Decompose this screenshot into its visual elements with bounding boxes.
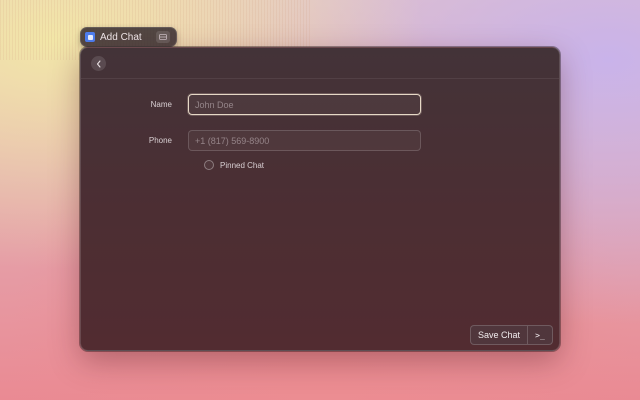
save-chat-button[interactable]: Save Chat	[471, 326, 527, 344]
window-header	[81, 48, 559, 79]
pinned-chat-option[interactable]: Pinned Chat	[204, 160, 264, 170]
terminal-button[interactable]: >_	[528, 326, 552, 344]
name-label: Name	[150, 100, 172, 109]
collapse-icon[interactable]	[155, 31, 170, 43]
collapse-glyph	[158, 34, 167, 40]
name-input[interactable]	[188, 94, 421, 115]
add-chat-window: Name Phone Pinned Chat Save Chat >_	[80, 47, 560, 351]
phone-label: Phone	[148, 136, 172, 145]
pinned-chat-checkbox[interactable]	[204, 160, 214, 170]
pinned-chat-label: Pinned Chat	[220, 160, 265, 170]
window-title: Add Chat	[100, 31, 142, 43]
back-button[interactable]	[91, 56, 106, 71]
phone-input[interactable]	[188, 130, 421, 151]
name-row: Name	[81, 94, 421, 115]
phone-row: Phone	[81, 130, 421, 151]
window-title-pill[interactable]: Add Chat	[80, 27, 177, 47]
footer-actions: Save Chat >_	[469, 325, 553, 345]
chevron-left-icon	[96, 59, 101, 68]
app-icon	[85, 32, 95, 42]
